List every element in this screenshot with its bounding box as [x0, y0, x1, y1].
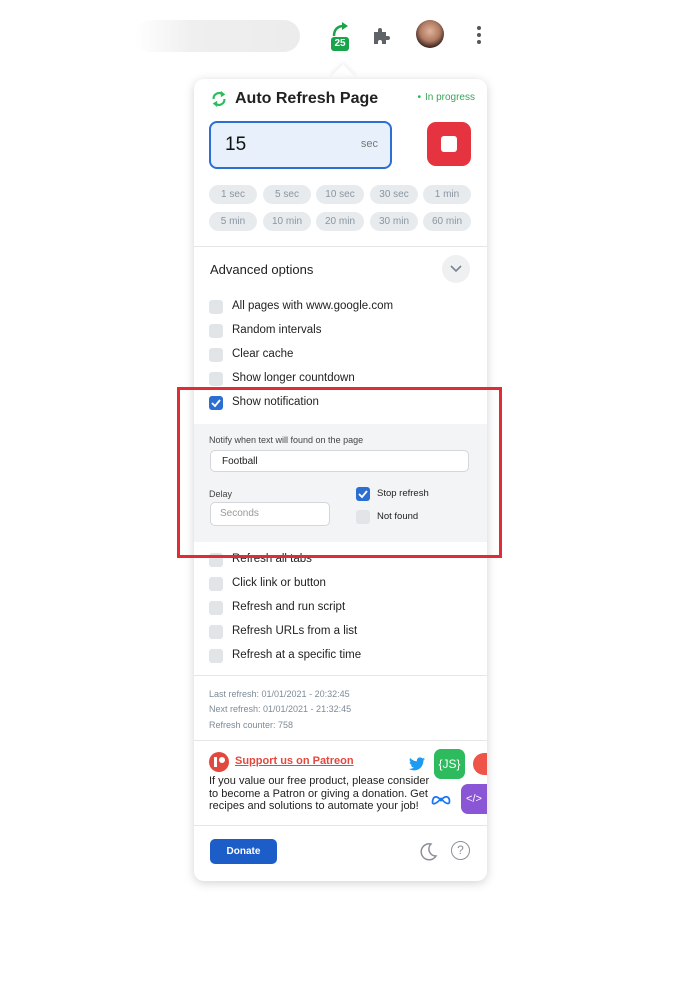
advanced-toggle-button[interactable]	[442, 255, 470, 283]
interval-value: 15	[225, 134, 247, 155]
address-bar[interactable]	[135, 20, 300, 52]
preset-chip[interactable]: 1 min	[423, 185, 471, 204]
app-badge-icon[interactable]	[473, 753, 487, 775]
refresh-counter-text: Refresh counter: 758	[209, 720, 294, 730]
stop-button[interactable]	[427, 122, 471, 166]
option-label: Random intervals	[232, 324, 322, 336]
more-vert-icon[interactable]	[474, 26, 484, 46]
refresh-logo-icon	[212, 90, 226, 108]
twitter-icon[interactable]	[409, 757, 425, 771]
preset-chip[interactable]: 60 min	[423, 212, 471, 231]
status-badge: In progress	[417, 92, 475, 103]
option-label: All pages with www.google.com	[232, 300, 394, 312]
option-label: Show longer countdown	[232, 372, 355, 384]
checkbox[interactable]	[209, 372, 223, 386]
interval-unit: sec	[360, 138, 378, 150]
highlight-box	[177, 387, 502, 558]
avatar[interactable]	[416, 20, 444, 48]
next-refresh-text: Next refresh: 01/01/2021 - 21:32:45	[209, 704, 352, 714]
popup-header: Auto Refresh Page In progress	[210, 89, 475, 111]
checkbox[interactable]	[209, 348, 223, 362]
divider	[194, 825, 487, 826]
divider	[194, 675, 487, 676]
code-badge[interactable]: </>	[461, 784, 487, 814]
extension-badge: 25	[331, 37, 349, 51]
preset-chip[interactable]: 1 sec	[209, 185, 257, 204]
interval-input[interactable]: 15 sec	[209, 121, 392, 169]
js-badge[interactable]: {JS}	[434, 749, 465, 779]
option-label: Clear cache	[232, 348, 294, 360]
chevron-down-icon	[450, 265, 462, 273]
stop-icon	[441, 136, 457, 152]
preset-chip[interactable]: 10 min	[263, 212, 311, 231]
advanced-options-title: Advanced options	[210, 262, 314, 277]
patreon-icon	[209, 752, 229, 772]
option-label: Refresh at a specific time	[232, 649, 362, 661]
help-icon[interactable]: ?	[451, 841, 470, 860]
option-label: Refresh URLs from a list	[232, 625, 358, 637]
checkbox[interactable]	[209, 601, 223, 615]
divider	[194, 740, 487, 741]
checkbox[interactable]	[209, 625, 223, 639]
preset-chip[interactable]: 5 sec	[263, 185, 311, 204]
donate-button[interactable]: Donate	[210, 839, 277, 864]
checkbox[interactable]	[209, 577, 223, 591]
meta-icon[interactable]	[431, 793, 451, 805]
patreon-text: If you value our free product, please co…	[209, 775, 430, 812]
puzzle-icon[interactable]	[370, 24, 394, 48]
last-refresh-text: Last refresh: 01/01/2021 - 20:32:45	[209, 689, 350, 699]
preset-chip[interactable]: 5 min	[209, 212, 257, 231]
option-label: Click link or button	[232, 577, 326, 589]
patreon-link[interactable]: Support us on Patreon	[235, 755, 354, 767]
divider	[194, 246, 487, 247]
option-label: Refresh and run script	[232, 601, 346, 613]
preset-chip[interactable]: 30 sec	[370, 185, 418, 204]
preset-chip[interactable]: 10 sec	[316, 185, 364, 204]
checkbox[interactable]	[209, 649, 223, 663]
preset-chip[interactable]: 20 min	[316, 212, 364, 231]
preset-chip[interactable]: 30 min	[370, 212, 418, 231]
checkbox[interactable]	[209, 324, 223, 338]
moon-icon[interactable]	[418, 842, 438, 862]
popup-title: Auto Refresh Page	[235, 90, 379, 107]
checkbox[interactable]	[209, 300, 223, 314]
